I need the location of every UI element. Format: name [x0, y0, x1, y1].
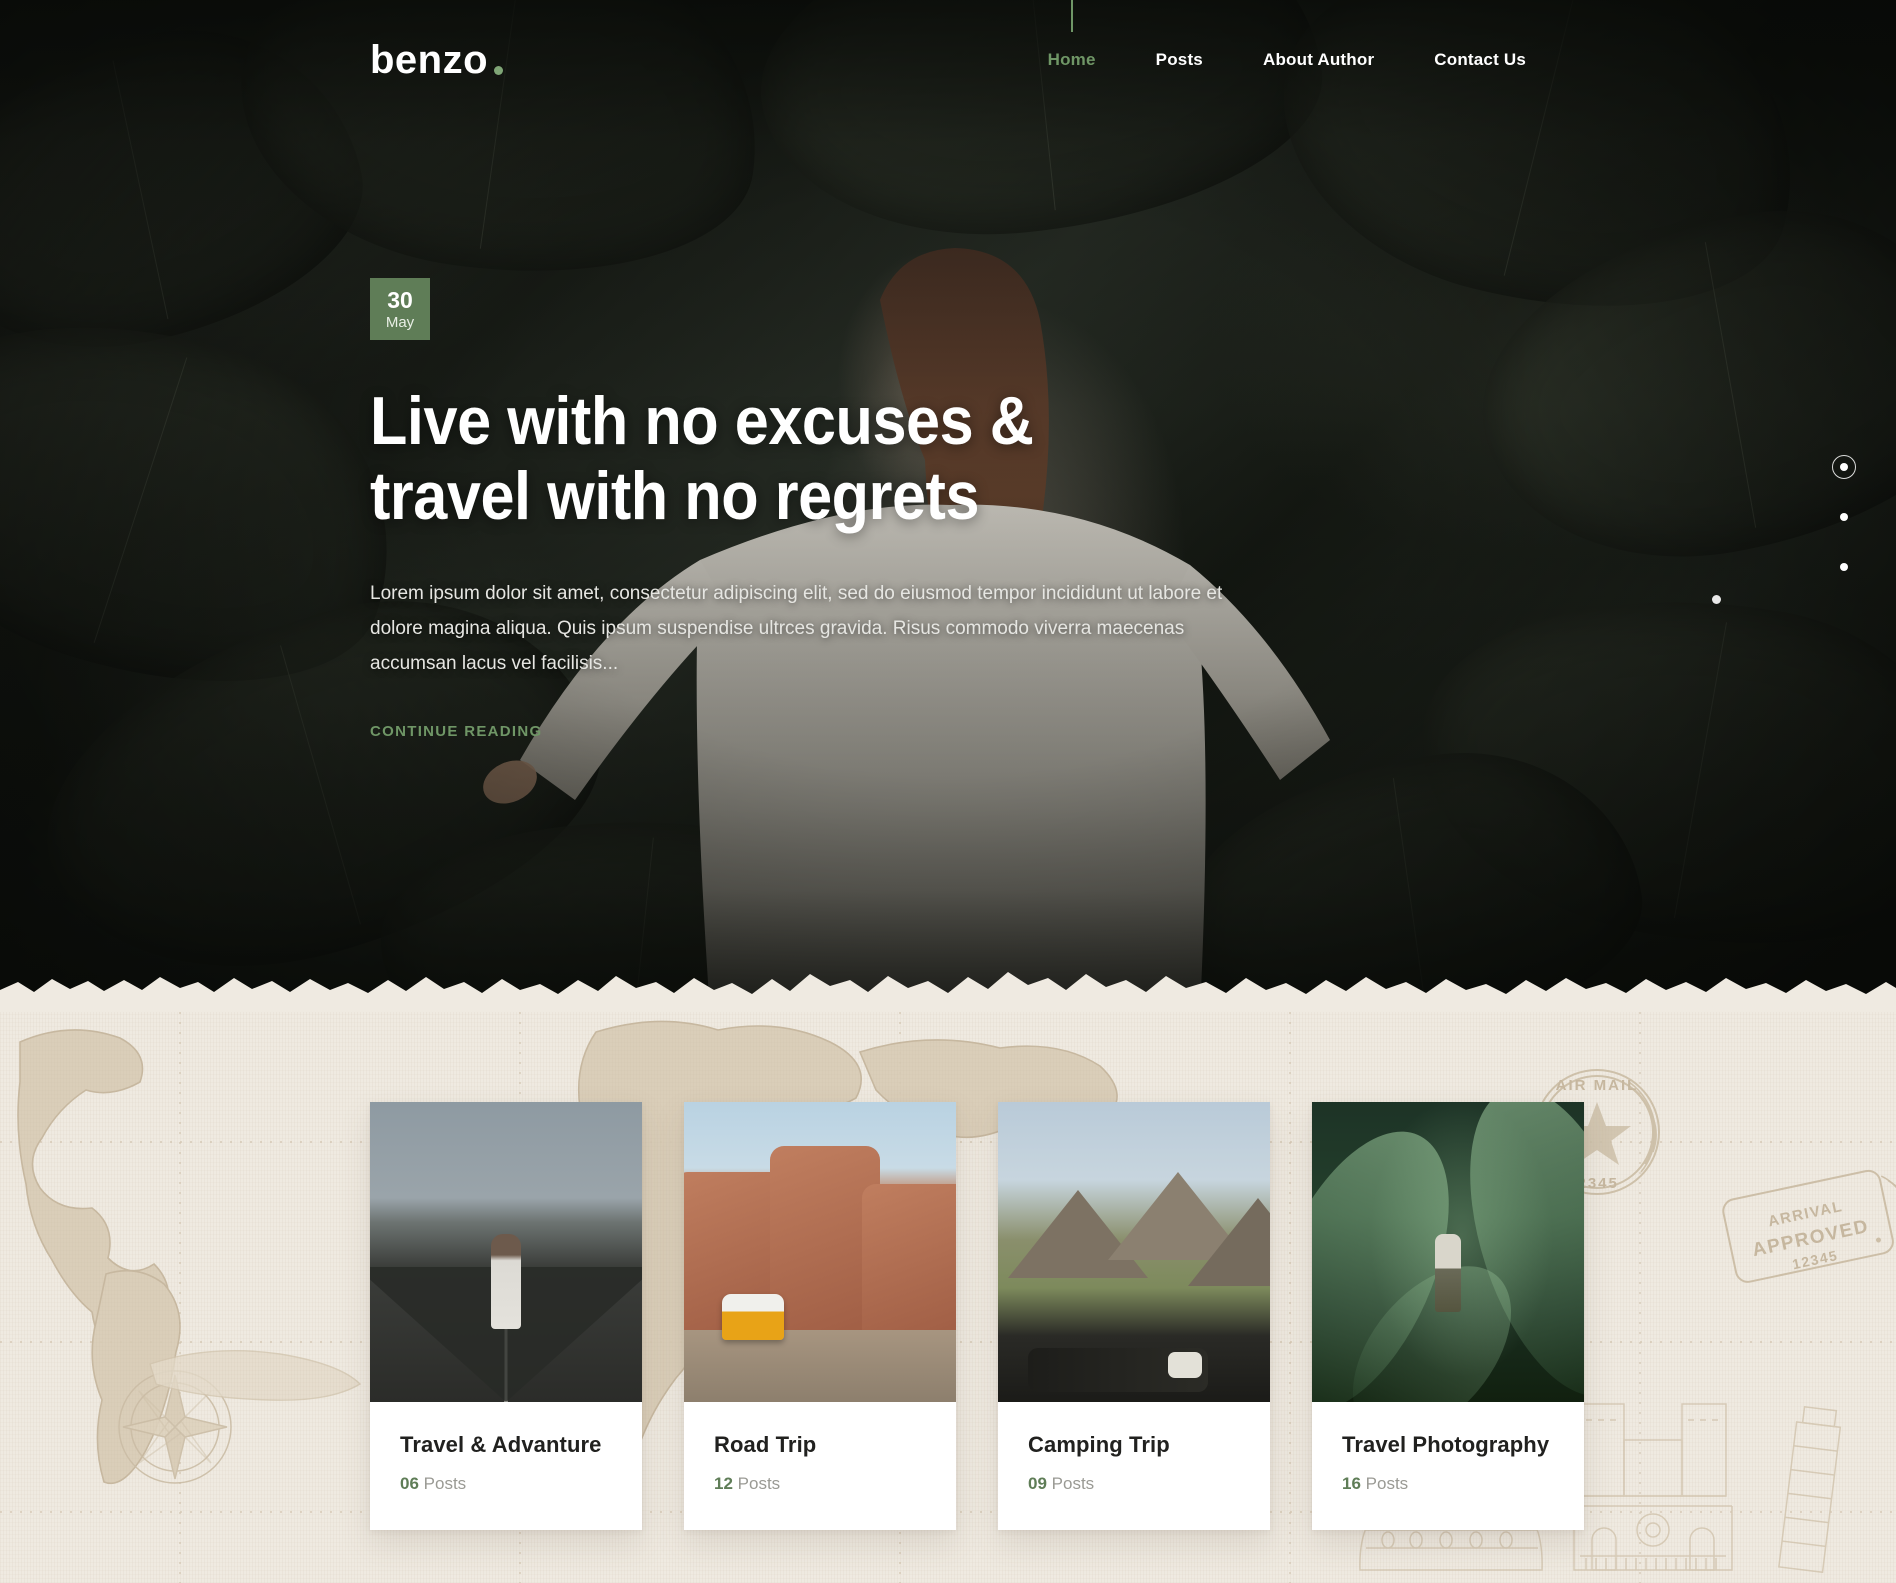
card-body: Travel & Advanture 06 Posts	[370, 1402, 642, 1530]
slider-dot-1[interactable]	[1832, 455, 1856, 479]
card-title: Road Trip	[714, 1432, 817, 1457]
card-posts-label: Posts	[737, 1474, 781, 1493]
nav-item-home[interactable]: Home	[1048, 50, 1096, 70]
hero-title: Live with no excuses & travel with no re…	[370, 383, 1034, 534]
card-posts-label: Posts	[1365, 1474, 1409, 1493]
card-posts-label: Posts	[1051, 1474, 1095, 1493]
category-card-road-trip[interactable]: Road Trip 12 Posts	[684, 1102, 956, 1530]
dot-icon	[1840, 513, 1848, 521]
categories-section: AIR MAIL 12345 ARRIVAL APPROVED 12345 Tr…	[0, 1012, 1896, 1583]
dot-icon	[1840, 563, 1848, 571]
card-posts-label: Posts	[423, 1474, 467, 1493]
date-day: 30	[387, 286, 413, 313]
hero-description: Lorem ipsum dolor sit amet, consectetur …	[370, 582, 1223, 674]
card-body: Travel Photography 16 Posts	[1312, 1402, 1584, 1530]
main-navigation: Home Posts About Author Contact Us	[1048, 50, 1526, 70]
hero-content: 30 May Live with no excuses & travel wit…	[370, 278, 1250, 741]
logo-text: benzo	[370, 38, 489, 82]
continue-reading-link[interactable]: CONTINUE READING	[370, 723, 542, 740]
air-mail-text: AIR MAIL	[1556, 1077, 1639, 1094]
category-card-camping-trip[interactable]: Camping Trip 09 Posts	[998, 1102, 1270, 1530]
dot-icon	[1840, 463, 1848, 471]
card-title: Travel & Advanture	[400, 1432, 602, 1457]
hero-slider-pagination	[1832, 455, 1856, 579]
card-meta: 16 Posts	[1342, 1474, 1554, 1494]
logo-dot-icon	[494, 66, 504, 75]
notre-dame-sketch	[1573, 1403, 1733, 1571]
category-card-travel-adventure[interactable]: Travel & Advanture 06 Posts	[370, 1102, 642, 1530]
arrival-approved-stamp-icon: ARRIVAL APPROVED 12345	[1722, 1169, 1896, 1283]
card-meta: 12 Posts	[714, 1474, 926, 1494]
card-title: Camping Trip	[1028, 1432, 1170, 1457]
torn-paper-edge	[0, 972, 1896, 1012]
card-meta: 09 Posts	[1028, 1474, 1240, 1494]
decorative-dot	[1712, 595, 1721, 604]
hero-section: benzo Home Posts About Author Contact Us…	[0, 0, 1896, 1012]
slider-dot-3[interactable]	[1832, 555, 1856, 579]
card-body: Camping Trip 09 Posts	[998, 1402, 1270, 1530]
card-image-mountain-view-from-tent	[998, 1102, 1270, 1402]
post-date-badge: 30 May	[370, 278, 430, 340]
category-card-travel-photography[interactable]: Travel Photography 16 Posts	[1312, 1102, 1584, 1530]
nav-item-contact-us[interactable]: Contact Us	[1434, 50, 1526, 70]
card-post-count: 09	[1028, 1474, 1047, 1493]
card-post-count: 12	[714, 1474, 733, 1493]
nav-item-posts[interactable]: Posts	[1156, 50, 1203, 70]
card-title: Travel Photography	[1342, 1432, 1550, 1457]
slider-dot-2[interactable]	[1832, 505, 1856, 529]
card-body: Road Trip 12 Posts	[684, 1402, 956, 1530]
card-image-woman-running-on-road	[370, 1102, 642, 1402]
card-post-count: 06	[400, 1474, 419, 1493]
card-image-hiker-in-jungle	[1312, 1102, 1584, 1402]
category-cards-row: Travel & Advanture 06 Posts Road Trip 12	[370, 1102, 1584, 1530]
nav-item-about-author[interactable]: About Author	[1263, 50, 1374, 70]
card-post-count: 16	[1342, 1474, 1361, 1493]
site-logo[interactable]: benzo	[370, 38, 504, 82]
card-meta: 06 Posts	[400, 1474, 612, 1494]
site-header: benzo Home Posts About Author Contact Us	[0, 0, 1896, 120]
card-image-yellow-van-desert-canyon	[684, 1102, 956, 1402]
pisa-tower-sketch	[1778, 1405, 1842, 1574]
date-month: May	[385, 313, 415, 331]
